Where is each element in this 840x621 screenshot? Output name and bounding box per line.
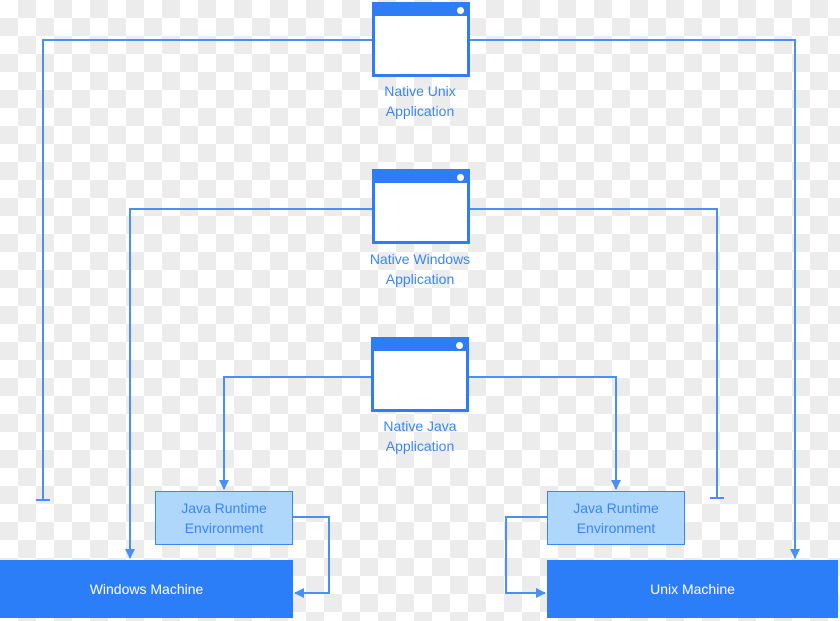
window-dot-icon bbox=[457, 7, 464, 14]
windows-machine-box: Windows Machine bbox=[0, 560, 293, 618]
jre-windows-box: Java Runtime Environment bbox=[155, 491, 293, 545]
label-line: Java Runtime bbox=[573, 500, 659, 516]
label-line: Native Java bbox=[383, 418, 457, 434]
connector-jre-to-unix-machine bbox=[505, 516, 547, 598]
window-titlebar bbox=[375, 172, 467, 183]
window-titlebar bbox=[374, 340, 466, 351]
connector-windows-app-to-unix-blocked bbox=[468, 208, 718, 498]
native-unix-app-label: Native Unix Application bbox=[340, 81, 500, 121]
native-java-app-label: Native Java Application bbox=[340, 416, 500, 456]
native-windows-app-window-icon bbox=[372, 169, 470, 244]
label-line: Application bbox=[385, 271, 455, 287]
label-line: Native Windows bbox=[369, 251, 471, 267]
window-dot-icon bbox=[456, 342, 463, 349]
label-line: Native Unix bbox=[384, 83, 456, 99]
connector-jre-to-windows-machine bbox=[293, 516, 330, 598]
label-line: Application bbox=[385, 103, 455, 119]
label-line: Environment bbox=[576, 520, 656, 536]
native-unix-app-window-icon bbox=[372, 2, 470, 77]
jre-unix-box: Java Runtime Environment bbox=[547, 491, 685, 545]
native-java-app-window-icon bbox=[371, 337, 469, 412]
machine-label: Windows Machine bbox=[89, 581, 204, 597]
window-dot-icon bbox=[457, 174, 464, 181]
native-windows-app-label: Native Windows Application bbox=[340, 249, 500, 289]
connector-unix-app-to-windows-blocked bbox=[42, 39, 372, 500]
label-line: Java Runtime bbox=[181, 500, 267, 516]
machine-label: Unix Machine bbox=[650, 581, 735, 597]
unix-machine-box: Unix Machine bbox=[547, 560, 838, 618]
label-line: Application bbox=[385, 438, 455, 454]
label-line: Environment bbox=[184, 520, 264, 536]
connector-unix-app-to-unix-machine bbox=[468, 39, 800, 559]
window-titlebar bbox=[375, 5, 467, 16]
